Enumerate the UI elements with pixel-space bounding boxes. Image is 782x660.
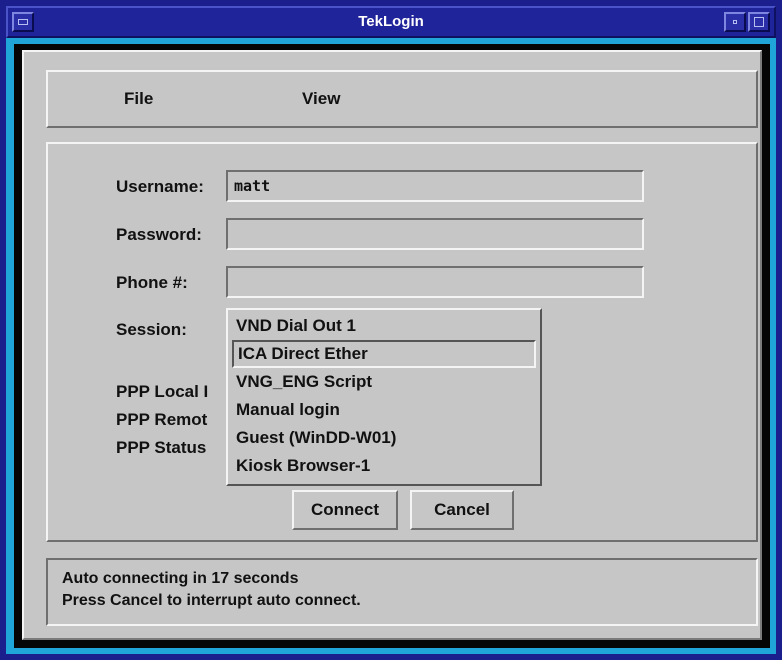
password-field[interactable] xyxy=(226,218,644,250)
session-option[interactable]: Kiosk Browser-1 xyxy=(232,452,536,480)
session-option[interactable]: VND Dial Out 1 xyxy=(232,312,536,340)
maximize-button[interactable] xyxy=(748,12,770,32)
menu-bar: File View xyxy=(46,70,758,128)
status-panel: Auto connecting in 17 seconds Press Canc… xyxy=(46,558,758,626)
status-line-1: Auto connecting in 17 seconds xyxy=(62,570,299,587)
login-form-panel: Username: matt Password: Phone #: Sessio… xyxy=(46,142,758,542)
minimize-icon xyxy=(733,20,737,24)
window-title: TekLogin xyxy=(358,13,424,30)
phone-label: Phone #: xyxy=(116,273,188,292)
ppp-status-label: PPP Status xyxy=(116,438,207,457)
connect-button[interactable]: Connect xyxy=(292,490,398,530)
ppp-local-label: PPP Local I xyxy=(116,382,209,401)
minimize-button[interactable] xyxy=(724,12,746,32)
menu-view[interactable]: View xyxy=(296,87,346,111)
maximize-icon xyxy=(754,17,764,27)
password-label: Password: xyxy=(116,225,202,244)
cancel-button[interactable]: Cancel xyxy=(410,490,514,530)
menu-file[interactable]: File xyxy=(118,87,159,111)
session-dropdown-list[interactable]: VND Dial Out 1 ICA Direct Ether VNG_ENG … xyxy=(226,308,542,486)
username-label: Username: xyxy=(116,177,204,196)
session-label: Session: xyxy=(116,320,187,339)
window-client-area: File View Username: matt Password: Phone… xyxy=(22,50,762,640)
session-option[interactable]: Guest (WinDD-W01) xyxy=(232,424,536,452)
status-line-2: Press Cancel to interrupt auto connect. xyxy=(62,592,361,609)
phone-field[interactable] xyxy=(226,266,644,298)
title-bar[interactable]: TekLogin xyxy=(6,6,776,38)
session-option[interactable]: VNG_ENG Script xyxy=(232,368,536,396)
session-option-selected[interactable]: ICA Direct Ether xyxy=(232,340,536,368)
session-option[interactable]: Manual login xyxy=(232,396,536,424)
ppp-remote-label: PPP Remot xyxy=(116,410,208,429)
username-field[interactable]: matt xyxy=(226,170,644,202)
